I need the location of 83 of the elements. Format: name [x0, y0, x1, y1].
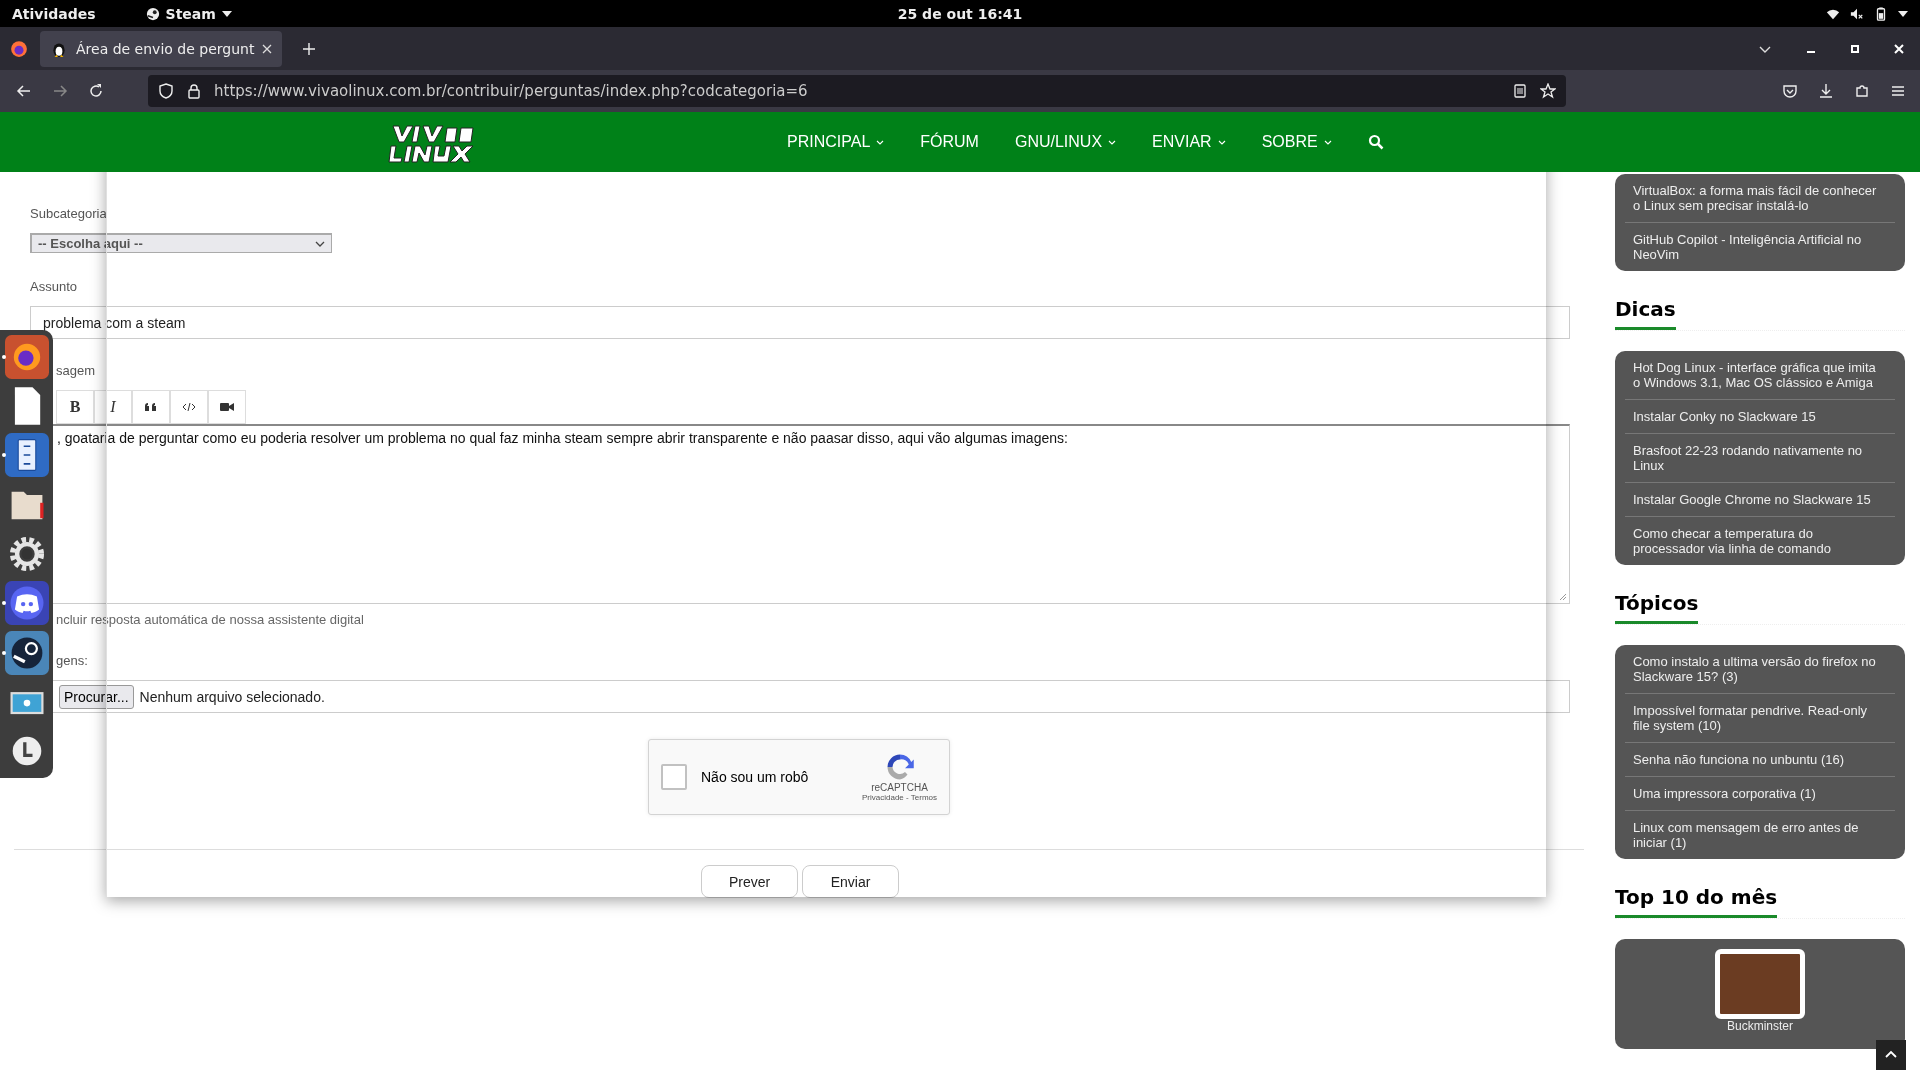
form-button[interactable]: Prever [701, 865, 798, 898]
chevron-down-icon [876, 139, 885, 145]
search-icon[interactable] [1367, 134, 1384, 150]
captcha-label: Não sou um robô [701, 769, 810, 785]
download-icon[interactable] [1818, 83, 1834, 99]
video-camera-icon [220, 400, 234, 414]
close-icon[interactable] [262, 43, 273, 54]
activities-button[interactable]: Atividades [12, 5, 96, 22]
sidebar-link[interactable]: GitHub Copilot - Inteligência Artificial no NeoVim [1625, 223, 1895, 271]
bold-button[interactable]: B [56, 390, 94, 424]
lock-icon[interactable] [186, 83, 202, 99]
sidebar-link[interactable]: Instalar Conky no Slackware 15 [1625, 400, 1895, 434]
nav-menu-item[interactable]: SOBRE [1261, 133, 1332, 151]
caret-icon[interactable] [1898, 8, 1908, 19]
running-indicator-icon [2, 650, 6, 655]
sidebar-link[interactable]: Brasfoot 22-23 rodando nativamente no Linux [1625, 434, 1895, 483]
captcha-brand: reCAPTCHA [871, 782, 928, 793]
resize-grip-icon[interactable] [1559, 593, 1567, 601]
member-name[interactable]: Buckminster [1727, 1019, 1793, 1033]
chevron-down-icon [1323, 139, 1332, 145]
nav-menu-item[interactable]: FÓRUM [920, 133, 979, 151]
section-heading: Top 10 do mês [1615, 885, 1778, 918]
reload-icon[interactable] [88, 83, 104, 99]
scroll-to-top-button[interactable] [1876, 1040, 1906, 1070]
nav-menu-item[interactable]: ENVIAR [1152, 133, 1226, 151]
shield-icon[interactable] [158, 83, 174, 99]
chevron-down-icon [1217, 139, 1226, 145]
video-button[interactable] [208, 390, 246, 424]
running-indicator-icon [2, 354, 6, 359]
field-label: Subcategoria [30, 206, 108, 221]
steam-icon[interactable] [4, 630, 49, 675]
captcha-links[interactable]: Privacidade - Termos [862, 793, 937, 802]
avatar-photo-placeholder[interactable] [1715, 949, 1805, 1019]
running-indicator-icon [2, 601, 6, 606]
back-arrow-icon[interactable] [16, 83, 32, 99]
reader-view-icon[interactable] [1512, 83, 1528, 99]
form-button[interactable]: Enviar [802, 865, 899, 898]
address-bar[interactable]: https://www.vivaolinux.com.br/contribuir/perguntas/index.php?codcategoria=6 [148, 75, 1566, 107]
firefox-icon[interactable] [10, 39, 28, 58]
url-text: https://www.vivaolinux.com.br/contribuir/perguntas/index.php?codcategoria=6 [214, 82, 808, 100]
quote-button[interactable] [132, 390, 170, 424]
italic-button[interactable]: I [94, 390, 132, 424]
menu-icon[interactable] [1890, 83, 1906, 99]
star-icon[interactable] [1540, 83, 1556, 99]
puzzle-icon[interactable] [1854, 83, 1870, 99]
sidebar-link[interactable]: Senha não funciona no unbuntu (16) [1625, 743, 1895, 777]
forward-arrow-icon[interactable] [52, 83, 68, 99]
sidebar-link[interactable]: Como instalo a ultima versão do firefox no Slackware 15? (3) [1625, 645, 1895, 694]
field-label: gens: [55, 653, 89, 668]
app-menu[interactable]: Steam [145, 5, 232, 22]
speaker-muted-icon[interactable] [1850, 6, 1864, 21]
captcha-checkbox[interactable] [661, 764, 687, 790]
steam-icon [145, 6, 160, 21]
quote-icon [144, 400, 158, 414]
battery-icon[interactable] [1874, 6, 1888, 21]
subcategory-select[interactable]: -- Escolha aqui -- [30, 233, 332, 253]
file-status: Nenhum arquivo selecionado. [139, 688, 325, 705]
sidebar-link[interactable]: Impossível formatar pendrive. Read-only file system (10) [1625, 694, 1895, 743]
nav-menu-item[interactable]: PRINCIPAL [787, 133, 885, 151]
browser-tab[interactable]: Área de envio de pergunt [40, 30, 283, 67]
pocket-icon[interactable] [1782, 83, 1798, 99]
maximize-icon[interactable] [1850, 43, 1860, 54]
checkbox-label: ncluir resposta automática de nossa assistente digital [55, 612, 365, 627]
caret-icon [221, 8, 232, 19]
firefox-icon[interactable] [4, 334, 49, 379]
browse-button[interactable]: Procurar... [59, 684, 134, 709]
code-icon [182, 400, 196, 414]
sidebar-link[interactable]: Instalar Google Chrome no Slackware 15 [1625, 483, 1895, 517]
sidebar-link[interactable]: Linux com mensagem de erro antes de iniciar (1) [1625, 811, 1895, 859]
field-label: Assunto [30, 279, 78, 294]
sidebar-link[interactable]: Uma impressora corporativa (1) [1625, 777, 1895, 811]
section-heading: Tópicos [1615, 591, 1699, 624]
section-heading: Dicas [1615, 297, 1676, 330]
sidebar-link[interactable]: Hot Dog Linux - interface gráfica que imita o Windows 3.1, Mac OS clássico e Amiga [1625, 351, 1895, 400]
running-indicator-icon [2, 453, 6, 458]
chevron-down-icon [1108, 139, 1117, 145]
new-tab-icon[interactable] [302, 41, 317, 56]
sidebar-link[interactable]: Como checar a temperatura do processador via linha de comando [1625, 517, 1895, 565]
nav-menu-item[interactable]: GNU/LINUX [1014, 133, 1117, 151]
sidebar-link[interactable]: VirtualBox: a forma mais fácil de conhecer o Linux sem precisar instalá-lo [1625, 174, 1895, 223]
clock[interactable]: 25 de out 16:41 [897, 5, 1023, 22]
file-cabinet-icon[interactable] [4, 433, 49, 478]
field-label: sagem [55, 363, 97, 378]
